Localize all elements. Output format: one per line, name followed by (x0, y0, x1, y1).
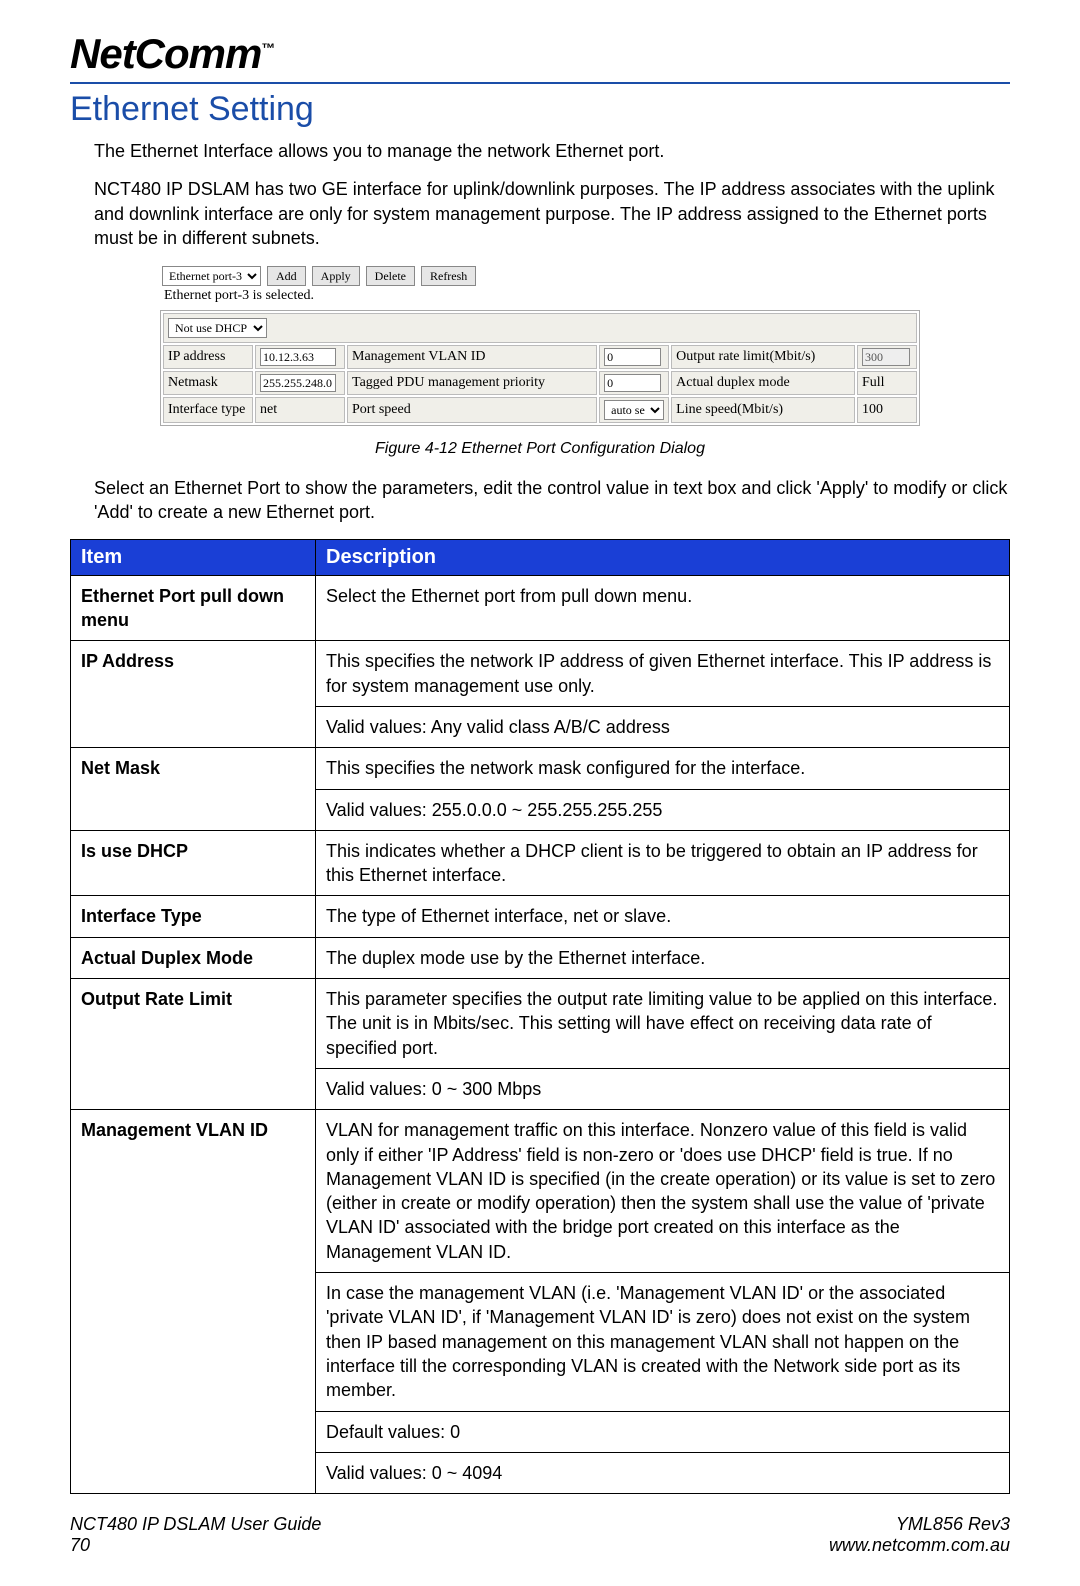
ethernet-port-select[interactable]: Ethernet port-3 (162, 266, 261, 286)
page-title: Ethernet Setting (70, 90, 1010, 129)
table-desc: This parameter specifies the output rate… (316, 979, 1010, 1069)
portspeed-select[interactable]: auto select (604, 400, 664, 420)
table-desc: The type of Ethernet interface, net or s… (316, 896, 1010, 937)
table-item: Actual Duplex Mode (71, 937, 316, 978)
table-desc: This indicates whether a DHCP client is … (316, 830, 1010, 896)
table-item: Is use DHCP (71, 830, 316, 896)
footer-url: www.netcomm.com.au (829, 1535, 1010, 1556)
apply-button[interactable]: Apply (312, 266, 360, 286)
detail-paragraph: NCT480 IP DSLAM has two GE interface for… (94, 177, 1010, 250)
linespeed-label: Line speed(Mbit/s) (671, 397, 855, 423)
add-button[interactable]: Add (267, 266, 306, 286)
table-item: Output Rate Limit (71, 979, 316, 1110)
table-item: Ethernet Port pull down menu (71, 575, 316, 641)
table-desc: In case the management VLAN (i.e. 'Manag… (316, 1273, 1010, 1411)
table-item: IP Address (71, 641, 316, 748)
refresh-button[interactable]: Refresh (421, 266, 476, 286)
out-rate-value (862, 348, 910, 366)
linespeed-value: 100 (857, 397, 917, 423)
table-item: Management VLAN ID (71, 1110, 316, 1494)
table-item: Interface Type (71, 896, 316, 937)
footer-page: 70 (70, 1535, 321, 1556)
header-bar: NetComm™ (70, 30, 1010, 84)
col-item: Item (71, 539, 316, 575)
duplex-label: Actual duplex mode (671, 371, 855, 395)
tagged-input[interactable] (604, 374, 661, 392)
delete-button[interactable]: Delete (366, 266, 415, 286)
iftype-value: net (255, 397, 345, 423)
page-footer: NCT480 IP DSLAM User Guide 70 YML856 Rev… (70, 1514, 1010, 1556)
footer-guide: NCT480 IP DSLAM User Guide (70, 1514, 321, 1535)
portspeed-label: Port speed (347, 397, 597, 423)
trademark-icon: ™ (261, 40, 274, 56)
mgmt-vlan-input[interactable] (604, 348, 661, 366)
description-table: Item Description Ethernet Port pull down… (70, 539, 1010, 1494)
dhcp-select[interactable]: Not use DHCP (168, 318, 267, 338)
table-desc: Valid values: Any valid class A/B/C addr… (316, 706, 1010, 747)
intro-paragraph: The Ethernet Interface allows you to man… (94, 139, 1010, 163)
table-desc: The duplex mode use by the Ethernet inte… (316, 937, 1010, 978)
table-desc: This specifies the network mask configur… (316, 748, 1010, 789)
ethernet-config-dialog: Ethernet port-3 Add Apply Delete Refresh… (160, 264, 920, 426)
table-desc: Select the Ethernet port from pull down … (316, 575, 1010, 641)
table-desc: Valid values: 0 ~ 4094 (316, 1452, 1010, 1493)
brand-name: NetComm (70, 30, 261, 77)
table-desc: Default values: 0 (316, 1411, 1010, 1452)
col-desc: Description (316, 539, 1010, 575)
config-grid: Not use DHCP IP address Management VLAN … (160, 310, 920, 426)
mgmt-vlan-label: Management VLAN ID (347, 345, 597, 369)
tagged-label: Tagged PDU management priority (347, 371, 597, 395)
dialog-status: Ethernet port-3 is selected. (160, 286, 920, 310)
netmask-label: Netmask (163, 371, 253, 395)
ip-input[interactable] (260, 348, 336, 366)
ip-label: IP address (163, 345, 253, 369)
dialog-toolbar: Ethernet port-3 Add Apply Delete Refresh (160, 264, 920, 286)
iftype-label: Interface type (163, 397, 253, 423)
brand-logo: NetComm™ (70, 30, 274, 78)
duplex-value: Full (857, 371, 917, 395)
usage-paragraph: Select an Ethernet Port to show the para… (94, 476, 1010, 525)
table-desc: Valid values: 255.0.0.0 ~ 255.255.255.25… (316, 789, 1010, 830)
table-desc: Valid values: 0 ~ 300 Mbps (316, 1068, 1010, 1109)
netmask-input[interactable] (260, 374, 336, 392)
footer-rev: YML856 Rev3 (829, 1514, 1010, 1535)
table-desc: This specifies the network IP address of… (316, 641, 1010, 707)
out-rate-label: Output rate limit(Mbit/s) (671, 345, 855, 369)
figure-caption: Figure 4-12 Ethernet Port Configuration … (70, 440, 1010, 458)
table-desc: VLAN for management traffic on this inte… (316, 1110, 1010, 1273)
table-item: Net Mask (71, 748, 316, 831)
